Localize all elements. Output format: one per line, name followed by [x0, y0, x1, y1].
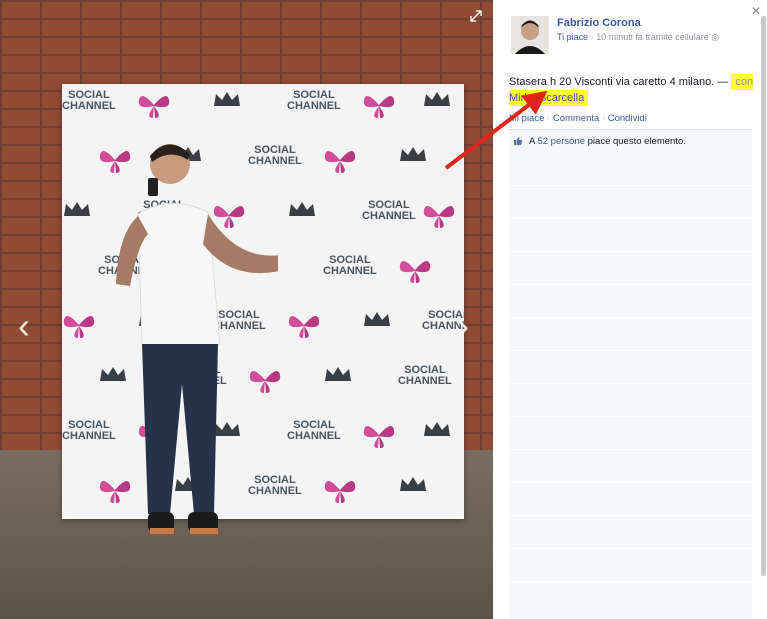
comment-divider	[509, 185, 752, 186]
crown-icon	[424, 422, 450, 436]
close-icon[interactable]: ✕	[751, 4, 761, 18]
post-meta: Ti piace · 10 minuti fa tramite cellular…	[557, 32, 719, 43]
share-button[interactable]: Condividi	[608, 113, 647, 124]
butterfly-icon	[138, 96, 170, 118]
likes-suffix: piace questo elemento.	[587, 136, 686, 147]
comment-divider	[509, 581, 752, 582]
red-arrow-annotation	[444, 90, 548, 170]
butterfly-icon	[423, 206, 455, 228]
crown-icon	[325, 367, 351, 381]
crown-icon	[400, 477, 426, 491]
crown-icon	[64, 202, 90, 216]
backdrop-logo: SOCIALCHANNEL	[362, 199, 416, 222]
butterfly-icon	[63, 316, 95, 338]
crown-icon	[400, 147, 426, 161]
person-figure	[116, 144, 278, 534]
author-avatar[interactable]	[511, 16, 549, 54]
photo-viewer[interactable]: SOCIAL CHANNEL SOCIAL CHANNEL SOCIAL CHANNEL S…	[0, 0, 493, 619]
comment-divider	[509, 383, 752, 384]
comment-divider	[509, 449, 752, 450]
comment-divider	[509, 350, 752, 351]
butterfly-icon	[363, 96, 395, 118]
previous-photo-arrow[interactable]: ‹	[18, 305, 30, 347]
backdrop-logo: SOCIALCHANNEL	[323, 254, 377, 277]
comment-divider	[509, 251, 752, 252]
meta-time[interactable]: 10 minuti fa tramite cellulare	[596, 32, 709, 42]
author-name-link[interactable]: Fabrizio Corona	[557, 17, 641, 29]
comment-divider	[509, 548, 752, 549]
crown-icon	[289, 202, 315, 216]
backdrop-logo: SOCIALCHANNEL	[398, 364, 452, 387]
backdrop-logo: SOCIALCHANNEL	[287, 419, 341, 442]
backdrop-logo: SOCIALCHANNEL	[287, 89, 341, 112]
meta-like-link[interactable]: Ti piace	[557, 32, 588, 42]
meta-separator: ·	[590, 32, 594, 42]
comment-divider	[509, 416, 752, 417]
scrollbar[interactable]	[761, 16, 766, 576]
fullscreen-icon[interactable]	[470, 10, 482, 22]
globe-icon: ◎	[711, 32, 720, 42]
actions-separator: ·	[601, 113, 606, 124]
comment-divider	[509, 482, 752, 483]
comment-divider	[509, 218, 752, 219]
comments-area	[509, 152, 752, 619]
butterfly-icon	[324, 151, 356, 173]
backdrop-logo: SOCIALCHANNEL	[62, 89, 116, 112]
comment-divider	[509, 284, 752, 285]
next-photo-arrow[interactable]: ›	[457, 305, 469, 347]
butterfly-icon	[324, 481, 356, 503]
comment-divider	[509, 317, 752, 318]
crown-icon	[214, 92, 240, 106]
comment-divider	[509, 515, 752, 516]
butterfly-icon	[363, 426, 395, 448]
tag-prefix: con	[735, 76, 754, 88]
avatar-image	[511, 16, 549, 54]
butterfly-icon	[399, 261, 431, 283]
crown-icon	[364, 312, 390, 326]
butterfly-icon	[288, 316, 320, 338]
